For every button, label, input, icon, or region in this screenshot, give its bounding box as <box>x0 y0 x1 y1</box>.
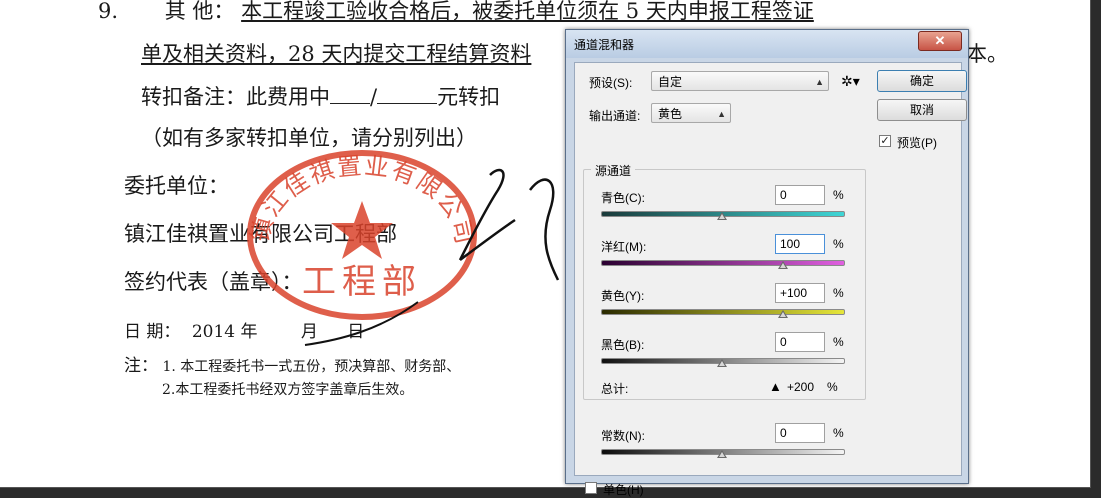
doc-notes: 注： 1. 本工程委托书一式五份，预决算部、财务部、 <box>124 351 460 376</box>
doc-line-2-text: 单及相关资料，28 天内提交工程结算资料 <box>141 42 532 66</box>
doc-item-text: 本工程竣工验收合格后，被委托单位须在 5 天内申报工程签证 <box>241 0 814 23</box>
doc-notes-item-1: 1. 本工程委托书一式五份，预决算部、财务部、 <box>162 359 461 375</box>
doc-sep: / <box>370 85 378 109</box>
magenta-percent: % <box>833 237 844 251</box>
cyan-value-input[interactable]: 0 <box>775 185 825 205</box>
channel-mixer-dialog[interactable]: 通道混和器 ✕ 预设(S): 自定 ▲ ✲▾ 输出通道: 黄色 ▲ 确定 取消 … <box>565 29 969 497</box>
close-icon: ✕ <box>934 33 946 48</box>
dialog-title: 通道混和器 <box>574 38 635 52</box>
total-percent: % <box>827 380 838 394</box>
doc-item-label: 其 他： <box>164 0 235 23</box>
yellow-channel-label: 黄色(Y): <box>601 289 645 303</box>
constant-label: 常数(N): <box>601 429 645 443</box>
preset-select[interactable]: 自定 ▲ <box>651 71 829 91</box>
doc-date-label: 日 期： <box>124 322 181 342</box>
doc-line-3: 转扣备注：此费用中 / 元转扣 <box>141 81 500 111</box>
constant-input[interactable]: 0 <box>775 423 825 443</box>
constant-percent: % <box>833 426 844 440</box>
doc-line-1: 9. 其 他： 本工程竣工验收合格后，被委托单位须在 5 天内申报工程签证 <box>98 0 814 25</box>
ok-button[interactable]: 确定 <box>877 70 967 92</box>
checkmark-icon: ✓ <box>880 135 890 147</box>
svg-text:工程部: 工程部 <box>302 262 422 302</box>
doc-transfer-tail: 元转扣 <box>437 85 501 109</box>
black-percent: % <box>833 335 844 349</box>
black-slider-thumb[interactable] <box>717 359 727 367</box>
cancel-button[interactable]: 取消 <box>877 99 967 121</box>
yellow-slider-thumb[interactable] <box>777 310 788 318</box>
doc-notes-item-2: 2.本工程委托书经双方签字盖章后生效。 <box>162 382 414 398</box>
handwritten-signature-stroke <box>304 301 419 346</box>
black-channel-label: 黑色(B): <box>601 338 645 352</box>
output-channel-value: 黄色 <box>658 107 683 121</box>
doc-line-2: 单及相关资料，28 天内提交工程结算资料 <box>141 38 531 68</box>
doc-transfer-label: 转扣备注：此费用中 <box>141 85 330 109</box>
preview-checkbox[interactable]: ✓ <box>879 135 891 147</box>
preview-label: 预览(P) <box>897 136 937 150</box>
monochrome-checkbox[interactable] <box>585 482 597 494</box>
black-value-input[interactable]: 0 <box>775 332 825 352</box>
doc-date-year: 2014 年 <box>191 322 258 342</box>
output-channel-label: 输出通道: <box>589 109 641 123</box>
doc-line-2-tail: 本。 <box>966 42 1008 66</box>
monochrome-label: 单色(H) <box>603 483 644 497</box>
close-button[interactable]: ✕ <box>918 31 962 51</box>
cyan-percent: % <box>833 188 844 202</box>
yellow-slider-track[interactable] <box>601 309 845 315</box>
magenta-slider-thumb[interactable] <box>777 261 788 269</box>
doc-notes-prefix: 注： <box>124 356 158 376</box>
total-value: +200 <box>787 380 815 394</box>
yellow-percent: % <box>833 286 844 300</box>
doc-blank-2 <box>377 83 438 104</box>
source-channels-title: 源通道 <box>591 162 636 179</box>
warning-icon: ▲ <box>769 379 782 394</box>
updown-arrow-icon: ▲ <box>717 109 726 119</box>
cyan-channel-label: 青色(C): <box>601 191 645 205</box>
magenta-value-input[interactable]: 100 <box>775 234 825 254</box>
preset-value: 自定 <box>658 75 683 89</box>
magenta-channel-label: 洋红(M): <box>601 240 647 254</box>
magenta-slider-track[interactable] <box>601 260 845 266</box>
total-label: 总计: <box>601 382 629 396</box>
doc-line-5: 委托单位： <box>124 174 229 198</box>
gear-icon[interactable]: ✲▾ <box>841 73 860 90</box>
dialog-client-area: 预设(S): 自定 ▲ ✲▾ 输出通道: 黄色 ▲ 确定 取消 ✓ 预览(P) … <box>574 62 967 497</box>
constant-slider-thumb[interactable] <box>717 450 727 458</box>
doc-blank-1 <box>330 83 370 104</box>
output-channel-select[interactable]: 黄色 ▲ <box>651 103 731 123</box>
cyan-slider-thumb[interactable] <box>717 212 727 220</box>
yellow-value-input[interactable]: +100 <box>775 283 825 303</box>
doc-item-number: 9. <box>98 0 119 23</box>
dialog-titlebar[interactable]: 通道混和器 ✕ <box>566 30 968 58</box>
preset-label: 预设(S): <box>589 76 633 90</box>
updown-arrow-icon: ▲ <box>815 77 824 87</box>
